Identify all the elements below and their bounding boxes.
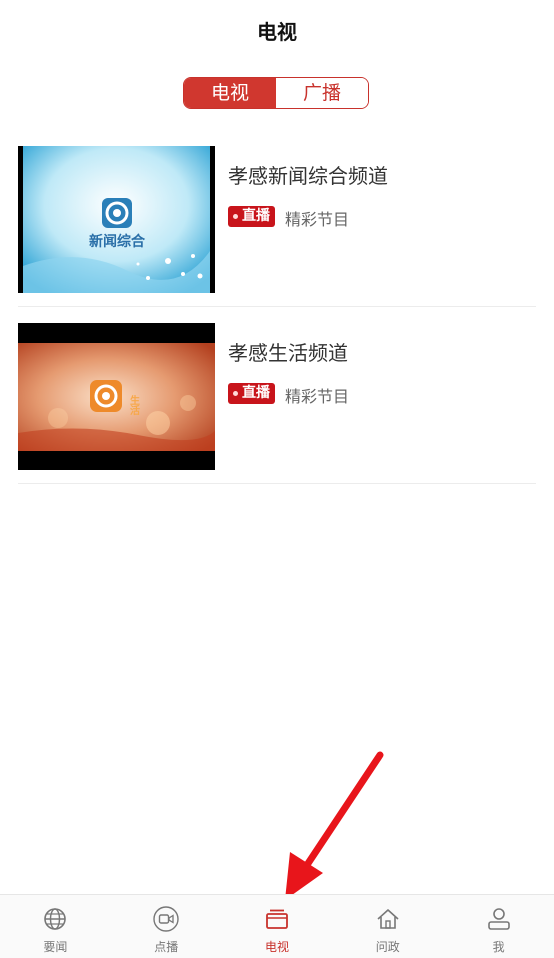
tab-news[interactable]: 要闻: [0, 895, 111, 958]
life-thumb-text: 生活: [128, 394, 140, 416]
live-dot-icon: [233, 391, 238, 396]
channel-thumbnail[interactable]: 新闻综合: [18, 146, 215, 293]
tab-label: 问政: [375, 940, 400, 954]
tab-radio[interactable]: 广播: [276, 78, 368, 108]
live-dot-icon: [233, 214, 238, 219]
news-thumb-text: 新闻综合: [89, 233, 146, 250]
home-icon: [377, 909, 399, 929]
video-icon: [153, 906, 179, 932]
tab-label: 点播: [154, 940, 179, 954]
live-badge: 直播: [228, 383, 275, 404]
header: 电视: [0, 0, 554, 60]
live-badge-label: 直播: [242, 208, 270, 224]
channel-item-life[interactable]: 生活 孝感生活频道 直播 精彩节目: [18, 307, 536, 484]
channel-title: 孝感新闻综合频道: [228, 164, 388, 188]
channel-list: 新闻综合 孝感新闻综合频道 直播 精彩节目 生活 孝感生活频道 直播 精彩节目: [18, 130, 536, 484]
tab-vod[interactable]: 点播: [111, 895, 222, 958]
tv-radio-toggle: 电视 广播: [183, 77, 369, 109]
news-thumbnail-image: 新闻综合: [23, 146, 210, 293]
live-badge: 直播: [228, 206, 275, 227]
life-thumbnail-image: 生活: [18, 343, 215, 451]
page-title: 电视: [257, 20, 297, 44]
live-badge-label: 直播: [242, 385, 270, 401]
globe-icon: [44, 908, 67, 930]
tab-me[interactable]: 我: [443, 895, 554, 958]
channel-subtitle: 精彩节目: [285, 210, 350, 229]
channel-thumbnail[interactable]: 生活: [18, 323, 215, 470]
tab-tv-nav[interactable]: 电视: [222, 895, 333, 958]
bottom-tab-bar: 要闻 点播 电视 问政 我: [0, 894, 554, 958]
channel-subtitle: 精彩节目: [285, 387, 350, 406]
channel-item-news[interactable]: 新闻综合 孝感新闻综合频道 直播 精彩节目: [18, 130, 536, 307]
channel-title: 孝感生活频道: [228, 341, 348, 365]
tab-label: 电视: [264, 940, 289, 954]
tab-politics[interactable]: 问政: [332, 895, 443, 958]
tv-icon: [266, 909, 288, 929]
tab-label: 我: [492, 940, 505, 954]
user-icon: [487, 908, 510, 930]
tab-tv[interactable]: 电视: [184, 78, 276, 108]
tab-label: 要闻: [43, 940, 68, 954]
